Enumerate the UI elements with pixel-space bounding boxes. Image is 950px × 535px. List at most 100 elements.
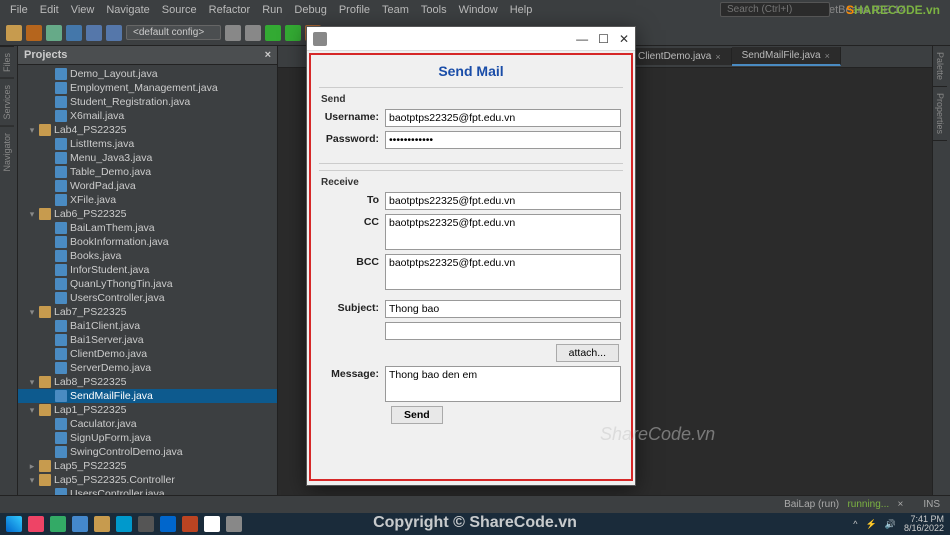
java-app-icon	[313, 32, 327, 46]
tree-node[interactable]: Books.java	[18, 249, 277, 263]
menu-navigate[interactable]: Navigate	[100, 4, 155, 16]
tree-node[interactable]: Student_Registration.java	[18, 95, 277, 109]
tree-node[interactable]: ▾Lab7_PS22325	[18, 305, 277, 319]
search-input[interactable]	[720, 2, 830, 17]
close-icon[interactable]: ×	[825, 51, 830, 61]
cc-input[interactable]: baotptps22325@fpt.edu.vn	[385, 214, 621, 250]
send-button[interactable]: Send	[391, 406, 443, 424]
taskbar-app-icon[interactable]	[72, 516, 88, 532]
tree-node[interactable]: UsersController.java	[18, 291, 277, 305]
tree-node[interactable]: XFile.java	[18, 193, 277, 207]
new-file-icon[interactable]	[6, 25, 22, 41]
tree-node[interactable]: ▾Lab4_PS22325	[18, 123, 277, 137]
attach-button[interactable]: attach...	[556, 344, 619, 362]
files-tab[interactable]: Files	[0, 46, 14, 78]
menu-team[interactable]: Team	[376, 4, 415, 16]
tree-node[interactable]: Menu_Java3.java	[18, 151, 277, 165]
taskbar-app-icon[interactable]	[138, 516, 154, 532]
run-icon[interactable]	[265, 25, 281, 41]
taskbar-app-icon[interactable]	[160, 516, 176, 532]
window-close-button[interactable]: ✕	[619, 32, 629, 46]
tree-node[interactable]: SwingControlDemo.java	[18, 445, 277, 459]
to-input[interactable]	[385, 192, 621, 210]
bcc-label: BCC	[321, 254, 385, 268]
menu-view[interactable]: View	[65, 4, 101, 16]
tree-node[interactable]: WordPad.java	[18, 179, 277, 193]
save-all-icon[interactable]	[66, 25, 82, 41]
taskbar-app-icon[interactable]	[28, 516, 44, 532]
window-maximize-button[interactable]: ☐	[598, 32, 609, 46]
projects-close-icon[interactable]: ×	[265, 49, 271, 61]
tray-sound-icon[interactable]: 🔊	[885, 519, 896, 530]
tray-wifi-icon[interactable]: ⚡	[866, 519, 877, 530]
menu-source[interactable]: Source	[156, 4, 203, 16]
tree-node[interactable]: SendMailFile.java	[18, 389, 277, 403]
tray-chevron-icon[interactable]: ^	[853, 519, 857, 529]
taskbar-app-icon[interactable]	[182, 516, 198, 532]
bcc-input[interactable]: baotptps22325@fpt.edu.vn	[385, 254, 621, 290]
subject-input[interactable]	[385, 300, 621, 318]
taskbar-app-icon[interactable]	[226, 516, 242, 532]
insert-mode: INS	[923, 499, 940, 510]
tree-node[interactable]: BaiLamThem.java	[18, 221, 277, 235]
config-combo[interactable]: <default config>	[126, 25, 221, 40]
open-icon[interactable]	[46, 25, 62, 41]
sendmail-dialog: — ☐ ✕ Send Mail Send Username: Password:…	[306, 26, 636, 486]
password-input[interactable]	[385, 131, 621, 149]
tree-node[interactable]: ▾Lab6_PS22325	[18, 207, 277, 221]
services-tab[interactable]: Services	[0, 78, 14, 126]
tree-node[interactable]: Employment_Management.java	[18, 81, 277, 95]
tree-node[interactable]: Table_Demo.java	[18, 165, 277, 179]
tree-node[interactable]: ServerDemo.java	[18, 361, 277, 375]
tree-node[interactable]: ClientDemo.java	[18, 347, 277, 361]
menu-edit[interactable]: Edit	[34, 4, 65, 16]
new-project-icon[interactable]	[26, 25, 42, 41]
tree-node[interactable]: ▸Lap5_PS22325	[18, 459, 277, 473]
navigator-tab[interactable]: Navigator	[0, 126, 14, 178]
tree-node[interactable]: Demo_Layout.java	[18, 67, 277, 81]
menu-debug[interactable]: Debug	[288, 4, 332, 16]
menu-file[interactable]: File	[4, 4, 34, 16]
undo-icon[interactable]	[86, 25, 102, 41]
tree-node[interactable]: QuanLyThongTin.java	[18, 277, 277, 291]
taskbar-app-icon[interactable]	[50, 516, 66, 532]
build-icon[interactable]	[225, 25, 241, 41]
tree-node[interactable]: ▾Lab8_PS22325	[18, 375, 277, 389]
palette-tab[interactable]: Palette	[933, 46, 947, 87]
window-minimize-button[interactable]: —	[576, 32, 588, 46]
tree-node[interactable]: BookInformation.java	[18, 235, 277, 249]
system-clock[interactable]: 7:41 PM8/16/2022	[904, 515, 944, 533]
tree-node[interactable]: ListItems.java	[18, 137, 277, 151]
tree-node[interactable]: ▾Lap5_PS22325.Controller	[18, 473, 277, 487]
debug-icon[interactable]	[285, 25, 301, 41]
tree-node[interactable]: InforStudent.java	[18, 263, 277, 277]
menu-refactor[interactable]: Refactor	[203, 4, 257, 16]
taskbar-app-icon[interactable]	[116, 516, 132, 532]
message-input[interactable]: Thong bao den em	[385, 366, 621, 402]
start-icon[interactable]	[6, 516, 22, 532]
menu-tools[interactable]: Tools	[415, 4, 453, 16]
tab-sendmailfile[interactable]: SendMailFile.java×	[732, 47, 841, 66]
tab-clientdemo[interactable]: ClientDemo.java×	[628, 48, 732, 65]
tree-node[interactable]: Caculator.java	[18, 417, 277, 431]
redo-icon[interactable]	[106, 25, 122, 41]
menu-profile[interactable]: Profile	[333, 4, 376, 16]
tree-node[interactable]: Bai1Client.java	[18, 319, 277, 333]
properties-tab[interactable]: Properties	[933, 87, 947, 141]
menu-window[interactable]: Window	[453, 4, 504, 16]
tree-node[interactable]: ▾Lap1_PS22325	[18, 403, 277, 417]
username-input[interactable]	[385, 109, 621, 127]
username-label: Username:	[321, 109, 385, 123]
menu-run[interactable]: Run	[256, 4, 288, 16]
tree-node[interactable]: Bai1Server.java	[18, 333, 277, 347]
close-icon[interactable]: ×	[715, 52, 720, 62]
taskbar-app-icon[interactable]	[204, 516, 220, 532]
subject-label: Subject:	[321, 300, 385, 314]
attachment-path-input[interactable]	[385, 322, 621, 340]
tree-node[interactable]: X6mail.java	[18, 109, 277, 123]
tree-node[interactable]: SignUpForm.java	[18, 431, 277, 445]
taskbar-app-icon[interactable]	[94, 516, 110, 532]
menu-help[interactable]: Help	[504, 4, 539, 16]
clean-build-icon[interactable]	[245, 25, 261, 41]
watermark-center: ShareCode.vn	[600, 424, 715, 445]
